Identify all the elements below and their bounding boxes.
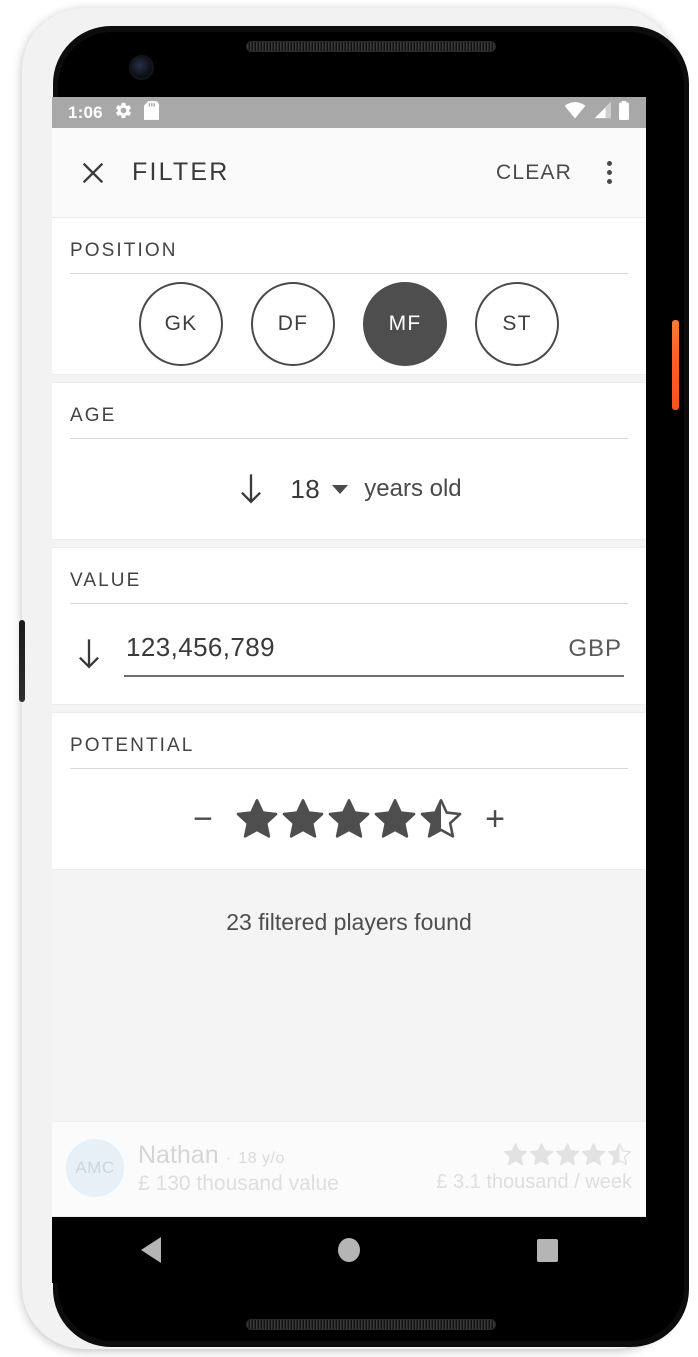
player-right-column: £ 3.1 thousand / week — [436, 1142, 632, 1194]
value-section: VALUE GBP — [52, 547, 646, 705]
potential-controls: − + — [70, 769, 628, 869]
wifi-icon — [564, 101, 586, 124]
star-icon — [555, 1143, 580, 1166]
star-icon — [420, 799, 462, 838]
position-section: POSITION GK DF MF ST — [52, 217, 646, 375]
bottom-speaker — [246, 1319, 496, 1330]
age-controls: 18 years old — [70, 439, 628, 539]
phone-screen: 1:06 FILTER CLEAR POSITION GK DF MF ST A… — [52, 97, 646, 1217]
position-chip-gk[interactable]: GK — [139, 282, 223, 366]
age-section-label: AGE — [70, 383, 628, 439]
filter-result-text: 23 filtered players found — [52, 877, 646, 968]
value-controls: GBP — [70, 604, 628, 704]
status-bar-right — [564, 100, 630, 125]
age-unit-label: years old — [364, 475, 462, 502]
star-icon — [374, 799, 416, 838]
star-icon — [607, 1143, 632, 1166]
volume-rocker-button[interactable] — [19, 620, 25, 702]
position-options: GK DF MF ST — [70, 274, 628, 374]
player-value: £ 130 thousand value — [138, 1171, 339, 1195]
sd-card-icon — [143, 100, 159, 125]
star-icon — [236, 799, 278, 838]
player-name-line: Nathan · 18 y/o — [138, 1141, 339, 1170]
app-bar: FILTER CLEAR — [52, 128, 646, 217]
page-title: FILTER — [132, 158, 230, 186]
position-chip-df[interactable]: DF — [251, 282, 335, 366]
star-icon — [282, 799, 324, 838]
battery-icon — [618, 100, 630, 125]
status-bar-left: 1:06 — [68, 100, 159, 125]
android-navigation-bar — [52, 1217, 646, 1283]
value-section-label: VALUE — [70, 548, 628, 604]
position-chip-st[interactable]: ST — [475, 282, 559, 366]
avatar: AMC — [66, 1139, 124, 1197]
nav-recents-icon[interactable] — [512, 1227, 582, 1273]
close-icon[interactable] — [74, 154, 112, 192]
status-bar: 1:06 — [52, 97, 646, 128]
clear-button[interactable]: CLEAR — [492, 155, 576, 191]
position-chip-mf[interactable]: MF — [363, 282, 447, 366]
player-separator: · — [225, 1147, 232, 1167]
star-icon — [503, 1143, 528, 1166]
power-button[interactable] — [672, 320, 679, 410]
player-age: 18 y/o — [238, 1149, 285, 1167]
earpiece-speaker — [246, 41, 496, 52]
value-input-wrapper: GBP — [124, 631, 624, 677]
potential-star-rating[interactable] — [235, 797, 463, 841]
position-section-label: POSITION — [70, 218, 628, 274]
status-bar-clock: 1:06 — [68, 102, 103, 122]
player-wage: £ 3.1 thousand / week — [436, 1171, 632, 1193]
gear-icon — [114, 101, 133, 125]
front-camera-icon — [129, 55, 154, 80]
potential-section-label: POTENTIAL — [70, 713, 628, 769]
chevron-down-icon[interactable] — [332, 484, 349, 494]
star-icon — [529, 1143, 554, 1166]
player-star-rating — [436, 1142, 632, 1167]
value-currency-label: GBP — [568, 634, 622, 662]
player-name: Nathan — [138, 1140, 219, 1169]
overflow-menu-icon[interactable] — [590, 154, 628, 192]
nav-home-icon[interactable] — [314, 1227, 384, 1273]
filter-content: POSITION GK DF MF ST AGE 18 years old VA… — [52, 217, 646, 1217]
age-section: AGE 18 years old — [52, 382, 646, 540]
player-list-item[interactable]: AMC Nathan · 18 y/o £ 130 thousand value… — [52, 1121, 646, 1217]
star-icon — [581, 1143, 606, 1166]
cell-signal-icon — [592, 101, 612, 124]
player-info: Nathan · 18 y/o £ 130 thousand value — [138, 1141, 339, 1196]
increment-potential-button[interactable]: + — [473, 802, 517, 836]
nav-back-icon[interactable] — [116, 1227, 186, 1273]
decrement-potential-button[interactable]: − — [181, 802, 225, 836]
arrow-down-icon[interactable] — [236, 472, 266, 506]
arrow-down-icon[interactable] — [74, 637, 104, 671]
star-icon — [328, 799, 370, 838]
value-input[interactable] — [126, 631, 557, 663]
potential-section: POTENTIAL − + — [52, 712, 646, 870]
age-value[interactable]: 18 — [290, 474, 320, 505]
